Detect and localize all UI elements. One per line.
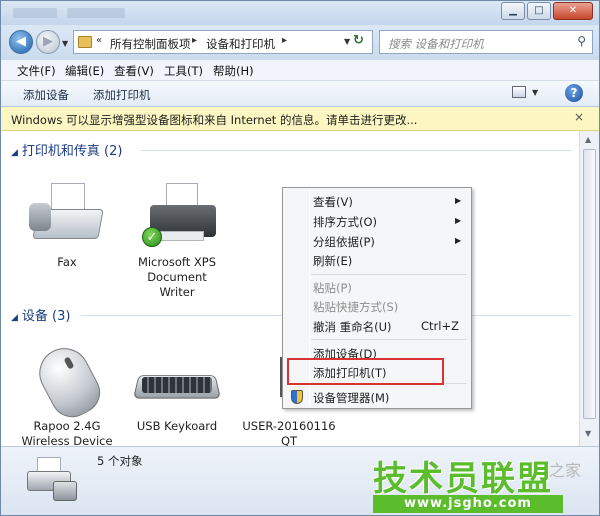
item-count: 5 个对象: [97, 454, 143, 468]
menu-item-label: 粘贴快捷方式(S): [313, 300, 399, 314]
menu-edit[interactable]: 编辑(E): [65, 63, 104, 79]
info-bar[interactable]: Windows 可以显示增强型设备图标和来自 Internet 的信息。请单击进…: [1, 107, 599, 131]
menu-item-paste: 粘贴(P): [285, 277, 469, 297]
group-header-printers[interactable]: ◢ 打印机和传真 (2): [11, 140, 122, 159]
search-icon[interactable]: ⚲: [577, 34, 586, 48]
watermark-logo-text: 技术员联盟: [373, 459, 553, 499]
site-watermark: 技术员联盟 之家 www.jsgho.com: [373, 451, 599, 515]
group-header-devices[interactable]: ◢ 设备 (3): [11, 305, 70, 324]
scroll-thumb[interactable]: [583, 149, 596, 419]
annotation-highlight-box: [287, 358, 444, 385]
device-item-rapoo-mouse[interactable]: Rapoo 2.4G Wireless Device: [19, 339, 115, 446]
device-item-xps-writer[interactable]: ✓ Microsoft XPS Document Writer: [129, 183, 225, 300]
menu-bar: 文件(F) 编辑(E) 查看(V) 工具(T) 帮助(H): [1, 60, 599, 81]
mouse-icon: [22, 339, 112, 425]
menu-view[interactable]: 查看(V): [114, 63, 154, 79]
search-input[interactable]: 搜索 设备和打印机: [388, 36, 484, 52]
breadcrumb-control-panel[interactable]: 所有控制面板项: [110, 36, 191, 52]
device-label: Fax: [57, 255, 77, 269]
device-item-usb-keyboard[interactable]: USB Keykoard: [129, 343, 225, 434]
scroll-up-icon[interactable]: ▲: [585, 135, 591, 144]
uac-shield-icon: [291, 390, 303, 404]
view-options-dropdown[interactable]: ▼: [532, 88, 538, 97]
breadcrumb-separator[interactable]: ▸: [282, 35, 287, 46]
minimize-button[interactable]: ▁: [501, 2, 525, 20]
watermark-url: www.jsgho.com: [373, 495, 563, 513]
breadcrumb-devices-printers[interactable]: 设备和打印机: [206, 36, 275, 52]
collapse-icon[interactable]: ◢: [11, 313, 18, 323]
navigation-bar: ◀ ▶ ▼ « 所有控制面板项 ▸ 设备和打印机 ▸ ▼ ↻ 搜索 设备和打印机…: [1, 25, 599, 60]
device-label: USB Keykoard: [136, 419, 218, 433]
default-printer-check-icon: ✓: [142, 227, 162, 247]
help-icon[interactable]: ?: [565, 84, 583, 102]
menu-item-label: 查看(V): [313, 195, 353, 209]
collapse-icon[interactable]: ◢: [11, 148, 18, 158]
background-tab-ghost: [67, 8, 125, 18]
menu-item-label: 刷新(E): [313, 254, 353, 268]
menu-item-sort[interactable]: 排序方式(O) ▶: [285, 211, 469, 231]
group-divider: [141, 150, 571, 151]
forward-button[interactable]: ▶: [36, 30, 60, 54]
menu-tools[interactable]: 工具(T): [164, 63, 203, 79]
command-bar: 添加设备 添加打印机 ▼ ?: [1, 81, 599, 107]
menu-file[interactable]: 文件(F): [17, 63, 56, 79]
menu-item-paste-shortcut: 粘贴快捷方式(S): [285, 296, 469, 316]
device-item-fax[interactable]: Fax: [19, 183, 115, 270]
title-bar: ▁ □ ✕: [1, 1, 599, 25]
menu-help[interactable]: 帮助(H): [213, 63, 254, 79]
breadcrumb-overflow[interactable]: «: [96, 35, 102, 46]
recent-pages-dropdown[interactable]: ▼: [62, 39, 68, 48]
menu-item-label: 分组依据(P): [313, 235, 375, 249]
search-box[interactable]: 搜索 设备和打印机 ⚲: [379, 30, 593, 54]
scroll-down-icon[interactable]: ▼: [585, 429, 591, 438]
menu-item-group-by[interactable]: 分组依据(P) ▶: [285, 231, 469, 251]
breadcrumb-separator[interactable]: ▸: [192, 35, 197, 46]
address-dropdown[interactable]: ▼: [344, 37, 350, 46]
menu-item-shortcut: Ctrl+Z: [421, 319, 459, 333]
menu-item-undo-rename[interactable]: 撤消 重命名(U) Ctrl+Z: [285, 316, 469, 336]
menu-item-device-manager[interactable]: 设备管理器(M): [285, 387, 469, 407]
menu-item-label: 排序方式(O): [313, 215, 378, 229]
maximize-button[interactable]: □: [527, 2, 551, 20]
device-label: USER-20160116 QT: [242, 419, 336, 446]
printer-icon: ✓: [132, 183, 222, 247]
explorer-window: ▁ □ ✕ ◀ ▶ ▼ « 所有控制面板项 ▸ 设备和打印机 ▸ ▼ ↻ 搜索 …: [0, 0, 600, 516]
refresh-icon[interactable]: ↻: [353, 33, 364, 48]
group-title: 打印机和传真 (2): [21, 144, 123, 159]
add-device-button[interactable]: 添加设备: [23, 87, 69, 103]
menu-item-label: 撤消 重命名(U): [313, 320, 392, 334]
menu-separator: [311, 339, 467, 340]
add-printer-button[interactable]: 添加打印机: [93, 87, 151, 103]
device-label: Rapoo 2.4G Wireless Device: [21, 419, 113, 446]
info-bar-close-icon[interactable]: ×: [574, 110, 584, 124]
submenu-arrow-icon: ▶: [455, 196, 462, 205]
group-title: 设备 (3): [21, 309, 71, 324]
address-bar[interactable]: « 所有控制面板项 ▸ 设备和打印机 ▸ ▼: [73, 30, 373, 54]
vertical-scrollbar[interactable]: ▲ ▼: [579, 131, 599, 446]
devices-printers-icon: [25, 453, 81, 507]
watermark-side-text: 之家: [549, 461, 582, 480]
fax-icon: [25, 183, 109, 247]
close-button[interactable]: ✕: [553, 2, 593, 20]
submenu-arrow-icon: ▶: [455, 216, 462, 225]
menu-item-label: 粘贴(P): [313, 281, 352, 295]
menu-item-label: 设备管理器(M): [313, 391, 390, 405]
submenu-arrow-icon: ▶: [455, 236, 462, 245]
device-label: Microsoft XPS Document Writer: [137, 255, 217, 299]
back-button[interactable]: ◀: [9, 30, 33, 54]
menu-item-refresh[interactable]: 刷新(E): [285, 250, 469, 270]
background-tab-ghost: [13, 8, 57, 18]
keyboard-icon: [130, 343, 224, 411]
change-view-icon[interactable]: [512, 86, 526, 98]
control-panel-icon: [78, 36, 92, 48]
menu-separator: [311, 274, 467, 275]
info-bar-text[interactable]: Windows 可以显示增强型设备图标和来自 Internet 的信息。请单击进…: [11, 112, 417, 128]
menu-item-view[interactable]: 查看(V) ▶: [285, 191, 469, 211]
